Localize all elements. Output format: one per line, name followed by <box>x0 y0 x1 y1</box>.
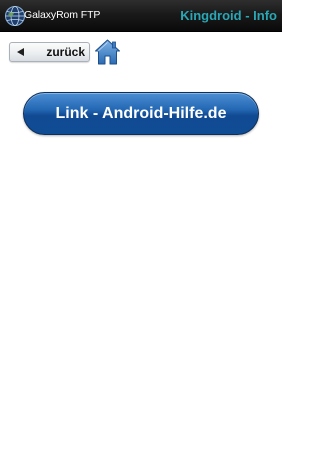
app-name: GalaxyRom FTP <box>24 9 101 21</box>
link-button-label: Link - Android-Hilfe.de <box>55 105 227 122</box>
globe-icon <box>5 6 25 26</box>
home-icon[interactable] <box>94 37 121 67</box>
back-button-label: zurück <box>46 45 85 59</box>
app-header: GalaxyRom FTP Kingdroid - Info <box>0 0 282 32</box>
left-triangle-icon <box>17 48 24 56</box>
back-button[interactable]: zurück <box>9 42 90 62</box>
android-hilfe-link-button[interactable]: Link - Android-Hilfe.de <box>23 92 259 135</box>
page-title: Kingdroid - Info <box>180 8 277 23</box>
